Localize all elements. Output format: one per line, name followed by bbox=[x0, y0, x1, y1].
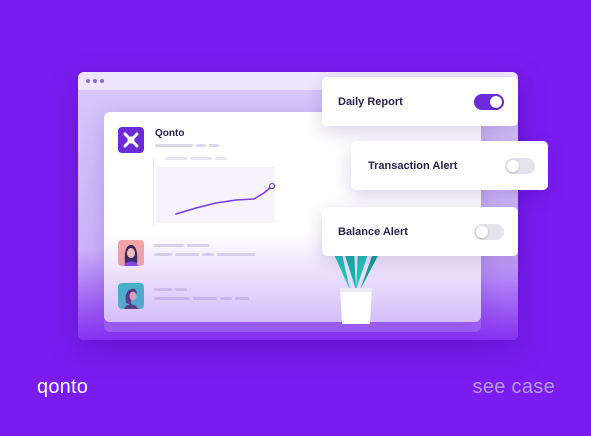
placeholder-line bbox=[209, 144, 219, 147]
balance-alert-toggle[interactable] bbox=[474, 223, 504, 240]
placeholder-line bbox=[193, 297, 217, 300]
placeholder-line bbox=[175, 253, 199, 256]
line-chart bbox=[153, 157, 281, 227]
toggle-knob bbox=[490, 95, 502, 108]
footer-brand-name: qonto bbox=[37, 376, 89, 398]
placeholder-line bbox=[220, 297, 232, 300]
placeholder-line bbox=[154, 297, 190, 300]
window-dot-icon bbox=[86, 79, 90, 83]
alert-daily-report[interactable]: Daily Report bbox=[322, 77, 518, 126]
see-case-link[interactable]: see case bbox=[473, 376, 555, 399]
avatar bbox=[118, 283, 144, 309]
alert-label: Transaction Alert bbox=[368, 159, 458, 172]
daily-report-toggle[interactable] bbox=[474, 93, 504, 110]
window-dot-icon bbox=[93, 79, 97, 83]
window-dot-icon bbox=[100, 79, 104, 83]
placeholder-line bbox=[155, 144, 193, 147]
toggle-knob bbox=[507, 159, 519, 172]
placeholder-line bbox=[154, 244, 184, 247]
placeholder-line bbox=[175, 288, 187, 291]
placeholder-line bbox=[154, 288, 172, 291]
toggle-knob bbox=[476, 225, 488, 238]
placeholder-line bbox=[154, 253, 172, 256]
alert-balance[interactable]: Balance Alert bbox=[322, 207, 518, 256]
placeholder-line bbox=[196, 144, 206, 147]
alert-label: Daily Report bbox=[338, 95, 403, 108]
alert-label: Balance Alert bbox=[338, 225, 408, 238]
qonto-logo-icon bbox=[118, 127, 144, 153]
placeholder-line bbox=[235, 297, 249, 300]
alert-transaction[interactable]: Transaction Alert bbox=[351, 141, 548, 190]
placeholder-line bbox=[202, 253, 214, 256]
placeholder-line bbox=[217, 253, 255, 256]
avatar bbox=[118, 240, 144, 266]
plant-icon bbox=[324, 250, 388, 326]
transaction-alert-toggle[interactable] bbox=[505, 157, 535, 174]
brand-name: Qonto bbox=[155, 128, 185, 139]
placeholder-line bbox=[187, 244, 209, 247]
